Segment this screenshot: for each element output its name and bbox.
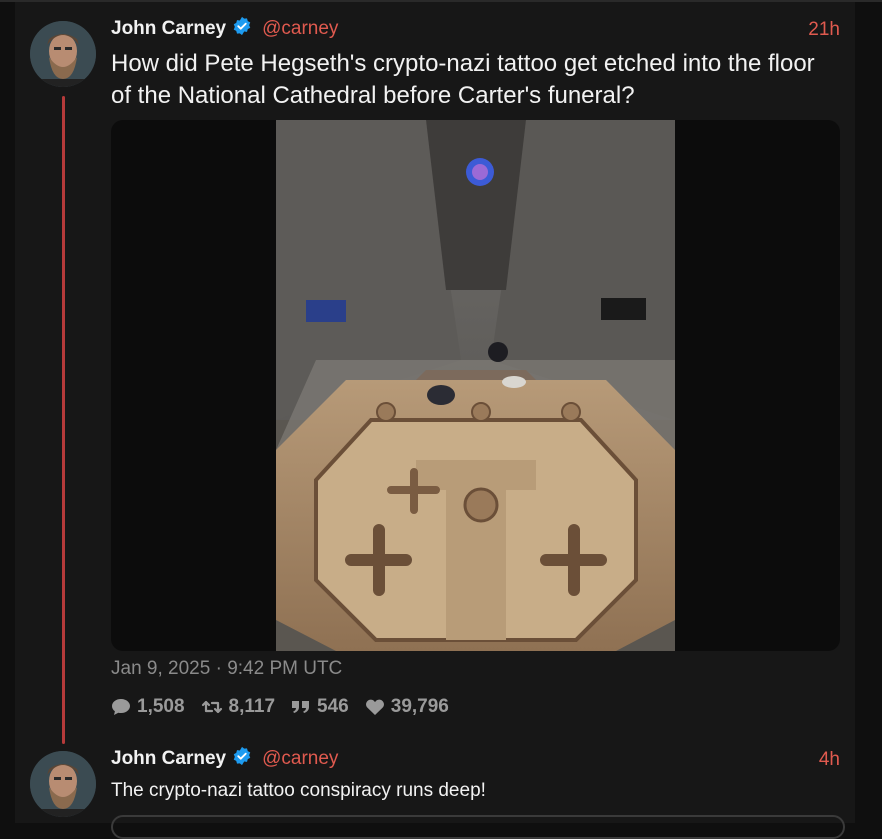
quote-stat[interactable]: 546 [291, 696, 349, 718]
reply-stat[interactable]: 1,508 [111, 696, 185, 718]
tweet-time[interactable]: 21h [808, 19, 840, 41]
reply-count: 1,508 [137, 696, 185, 717]
tweet-header: John Carney @carney [111, 746, 338, 772]
tweet-media[interactable] [111, 120, 840, 651]
retweet-count: 8,117 [228, 696, 276, 717]
fullname[interactable]: John Carney [111, 748, 226, 770]
like-count: 39,796 [390, 696, 449, 717]
avatar[interactable] [30, 751, 96, 817]
cathedral-floor-photo[interactable] [276, 120, 675, 651]
avatar[interactable] [30, 21, 96, 87]
tweet-text: How did Pete Hegseth's crypto-nazi tatto… [111, 50, 815, 109]
tweet-date[interactable]: Jan 9, 2025 · 9:42 PM UTC [111, 658, 342, 680]
tweet-text: The crypto-nazi tattoo conspiracy runs d… [111, 780, 486, 801]
thread-connector-line [62, 96, 65, 744]
tweet-stats: 1,508 8,117 546 39,796 [111, 694, 449, 720]
verified-badge-icon [232, 16, 252, 42]
tweet-time[interactable]: 4h [819, 749, 840, 771]
quoted-card-edge[interactable] [111, 815, 845, 839]
fullname[interactable]: John Carney [111, 18, 226, 40]
comment-icon [112, 699, 130, 715]
retweet-icon [201, 700, 222, 714]
username[interactable]: @carney [262, 18, 338, 40]
verified-badge-icon [232, 746, 252, 772]
quote-icon [292, 701, 310, 713]
username[interactable]: @carney [262, 748, 338, 770]
like-stat[interactable]: 39,796 [365, 696, 449, 718]
heart-icon [365, 699, 384, 715]
retweet-stat[interactable]: 8,117 [201, 696, 276, 718]
quote-count: 546 [317, 696, 349, 717]
tweet-header: John Carney @carney [111, 16, 338, 42]
